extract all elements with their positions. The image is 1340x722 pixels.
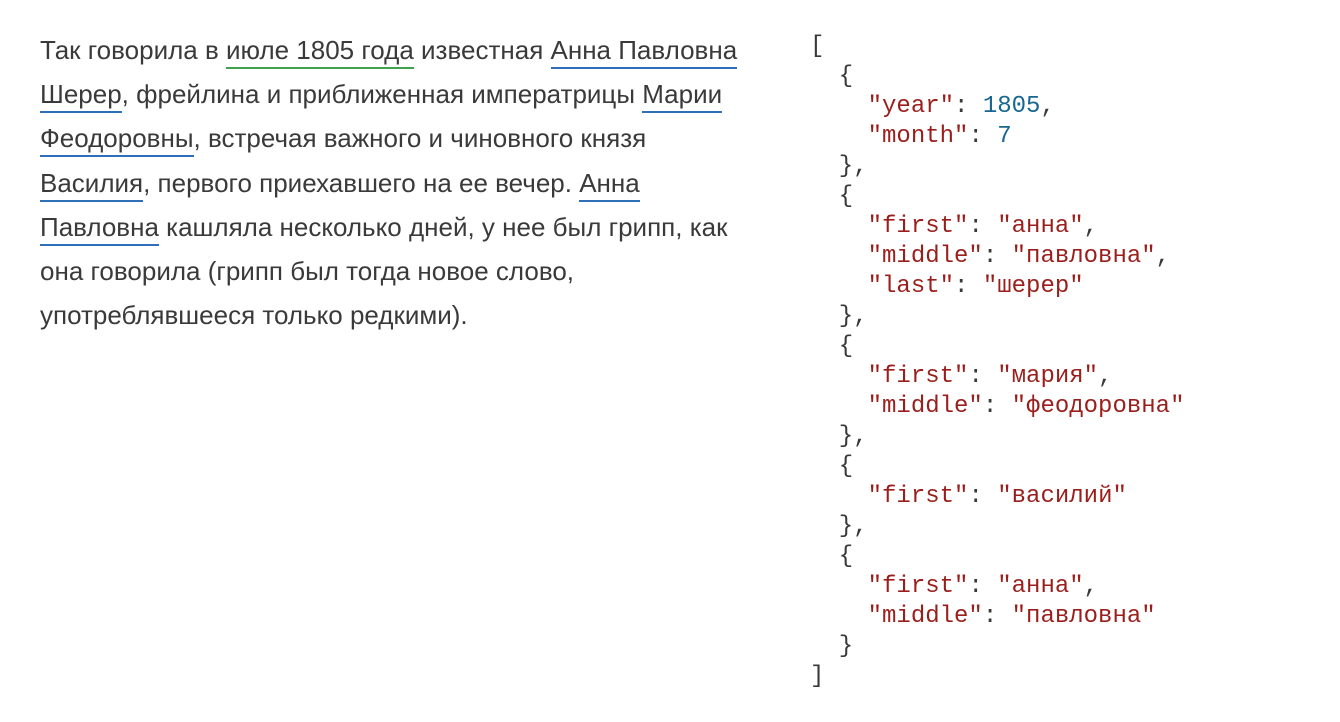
json-brace-close: } [810,633,853,660]
text-fragment: Так говорила в [40,35,226,65]
json-value: "василий" [997,483,1127,510]
json-brace-open: { [810,333,853,360]
json-brace-open: { [810,453,853,480]
json-brace-close: }, [810,513,868,540]
json-value: "анна" [997,213,1083,240]
json-colon: : [968,363,997,390]
json-comma: , [1084,213,1098,240]
highlight-date: июле 1805 года [226,35,414,69]
json-key: "first" [810,213,968,240]
json-comma: , [1098,363,1112,390]
text-fragment: , первого приехавшего на ее вечер. [143,168,579,198]
source-paragraph: Так говорила в июле 1805 года известная … [40,28,750,337]
json-value: "феодоровна" [1012,393,1185,420]
json-brace-close: }, [810,303,868,330]
json-value: "павловна" [1012,603,1156,630]
json-brace-open: { [810,183,853,210]
json-key: "middle" [810,603,983,630]
json-key: "year" [810,93,954,120]
json-key: "first" [810,363,968,390]
json-value: "шерер" [983,273,1084,300]
json-key: "middle" [810,243,983,270]
json-colon: : [954,93,983,120]
highlight-name-3: Василия [40,168,143,202]
text-fragment: известная [414,35,551,65]
text-fragment: , фрейлина и приближенная императрицы [122,79,643,109]
json-brace-close: }, [810,423,868,450]
json-brace-open: { [810,63,853,90]
json-colon: : [968,123,997,150]
json-key: "last" [810,273,954,300]
json-brace-close: }, [810,153,868,180]
json-colon: : [983,393,1012,420]
json-key: "first" [810,573,968,600]
text-fragment: , встречая важного и чиновного князя [194,123,647,153]
json-value: "павловна" [1012,243,1156,270]
json-key: "first" [810,483,968,510]
json-output: [ { "year": 1805, "month": 7 }, { "first… [810,28,1184,692]
json-close-bracket: ] [810,663,824,690]
json-comma: , [1156,243,1170,270]
json-comma: , [1084,573,1098,600]
json-value: 1805 [983,93,1041,120]
json-value: 7 [997,123,1011,150]
json-key: "middle" [810,393,983,420]
json-colon: : [983,603,1012,630]
json-value: "анна" [997,573,1083,600]
json-colon: : [968,213,997,240]
json-comma: , [1040,93,1054,120]
source-paragraph-text: Так говорила в июле 1805 года известная … [40,28,750,337]
json-colon: : [954,273,983,300]
json-colon: : [983,243,1012,270]
json-open-bracket: [ [810,33,824,60]
json-colon: : [968,483,997,510]
json-value: "мария" [997,363,1098,390]
json-colon: : [968,573,997,600]
json-brace-open: { [810,543,853,570]
json-key: "month" [810,123,968,150]
